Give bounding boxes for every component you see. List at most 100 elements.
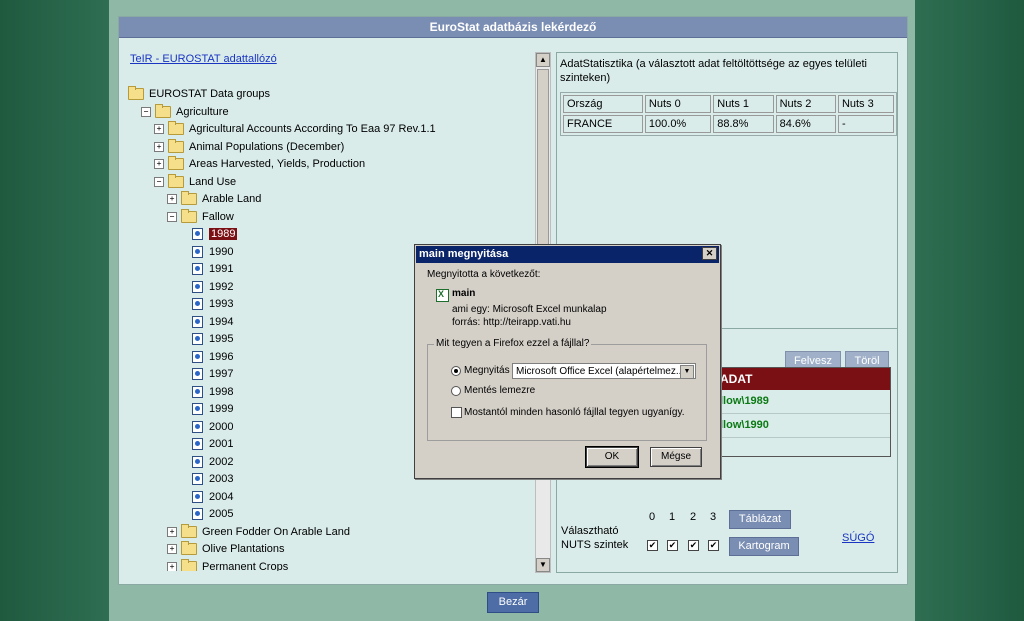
scroll-down-icon[interactable]: ▼	[536, 558, 550, 572]
expand-icon[interactable]: +	[167, 544, 177, 555]
folder-icon	[168, 156, 184, 171]
tree-item-label: 1989	[209, 228, 238, 240]
tree-item-label: Areas Harvested, Yields, Production	[189, 158, 366, 170]
tree-folder-item[interactable]: + Agricultural Accounts According To Eaa …	[154, 121, 436, 137]
cancel-button[interactable]: Mégse	[650, 447, 702, 467]
file-name: main	[452, 288, 476, 299]
stats-table: Ország Nuts 0 Nuts 1 Nuts 2 Nuts 3 FRANC…	[560, 92, 897, 136]
tree-item-label: Land Use	[189, 175, 237, 188]
expand-icon[interactable]: +	[154, 124, 164, 135]
open-radio[interactable]	[451, 366, 461, 376]
tree-leaf-item[interactable]: 1992	[192, 279, 233, 295]
expand-icon[interactable]: +	[154, 159, 164, 170]
tree-leaf-item[interactable]: 1994	[192, 314, 233, 330]
open-label[interactable]: Megnyitás	[464, 365, 510, 377]
tree-leaf-item[interactable]: 1996	[192, 349, 233, 365]
close-icon[interactable]: ✕	[702, 247, 717, 260]
selected-data-list: ADAT llow\1989 llow\1990	[719, 367, 891, 457]
tree-leaf-item[interactable]: 1993	[192, 296, 233, 312]
nuts-0-checkbox[interactable]: ✔	[647, 540, 658, 551]
tree-leaf-item[interactable]: 1999	[192, 401, 233, 417]
ok-button[interactable]: OK	[585, 446, 639, 468]
tree-folder-item[interactable]: − Agriculture	[141, 103, 229, 120]
stats-col-header: Nuts 0	[644, 95, 712, 113]
tree-item-label: 1998	[209, 385, 234, 398]
remember-checkbox[interactable]	[451, 407, 462, 418]
tree-folder-item[interactable]: + Permanent Crops	[167, 558, 289, 572]
nuts-label-line2: NUTS szintek	[561, 539, 629, 551]
save-radio[interactable]	[451, 386, 461, 396]
collapse-icon[interactable]: −	[154, 176, 164, 187]
tree-leaf-item[interactable]: 2000	[192, 419, 233, 435]
tree-folder-item[interactable]: − Land Use	[154, 173, 237, 190]
tree-folder-item[interactable]: + Animal Populations (December)	[154, 138, 344, 155]
tree-item-label: 1993	[209, 298, 234, 310]
expand-icon[interactable]: +	[167, 194, 177, 205]
nuts-level-0: 0	[649, 511, 656, 523]
tree-leaf-item[interactable]: 2003	[192, 471, 233, 487]
collapse-icon[interactable]: −	[141, 106, 151, 117]
map-button[interactable]: Kartogram	[729, 537, 799, 556]
dataset-icon	[192, 403, 203, 416]
tree-leaf-item[interactable]: 1989	[192, 226, 238, 242]
expand-icon[interactable]: +	[154, 141, 164, 152]
open-file-dialog: main megnyitása ✕ Megnyitotta a következ…	[414, 244, 721, 479]
tree-item-label: 2003	[209, 473, 234, 485]
dataset-icon	[192, 333, 203, 346]
expand-icon[interactable]: +	[167, 526, 177, 537]
tree-item-label: 2000	[209, 420, 234, 433]
tree-item-label: 2001	[209, 438, 234, 450]
chevron-down-icon[interactable]: ▼	[680, 365, 694, 378]
tree-folder-item[interactable]: + Arable Land	[167, 191, 261, 207]
nuts-label-line1: Választható	[561, 525, 619, 537]
excel-file-icon	[436, 289, 449, 302]
tree-leaf-item[interactable]: 2001	[192, 436, 233, 452]
tree-folder-item[interactable]: + Areas Harvested, Yields, Production	[154, 156, 365, 172]
save-label[interactable]: Mentés lemezre	[464, 385, 535, 397]
file-type: ami egy: Microsoft Excel munkalap	[452, 304, 607, 315]
tree-leaf-item[interactable]: 2004	[192, 489, 233, 505]
remember-label[interactable]: Mostantól minden hasonló fájllal tegyen …	[464, 407, 685, 419]
stats-cell: 100.0%	[644, 115, 712, 133]
dataset-icon	[192, 455, 203, 468]
folder-icon	[181, 208, 197, 223]
action-question: Mit tegyen a Firefox ezzel a fájllal?	[434, 338, 592, 349]
tree-leaf-item[interactable]: 2002	[192, 454, 233, 470]
tree-item-label: 1997	[209, 368, 234, 380]
tree-folder-item[interactable]: + Olive Plantations	[167, 541, 285, 557]
folder-icon	[168, 173, 184, 188]
folder-icon	[181, 541, 197, 556]
tree-leaf-item[interactable]: 1990	[192, 244, 233, 260]
tree-folder-item[interactable]: EUROSTAT Data groups	[128, 86, 270, 102]
nuts-3-checkbox[interactable]: ✔	[708, 540, 719, 551]
help-link[interactable]: SÚGÓ	[842, 532, 874, 544]
root-link[interactable]: TeIR - EUROSTAT adattallózó	[130, 53, 277, 65]
expand-icon[interactable]: +	[167, 561, 177, 571]
open-with-select[interactable]: Microsoft Office Excel (alapértelmez... …	[512, 363, 696, 379]
tree-leaf-item[interactable]: 1997	[192, 366, 233, 382]
action-group: Mit tegyen a Firefox ezzel a fájllal? Me…	[427, 338, 707, 441]
tree-leaf-item[interactable]: 1991	[192, 261, 233, 277]
scroll-up-icon[interactable]: ▲	[536, 53, 550, 67]
table-button[interactable]: Táblázat	[729, 510, 791, 529]
tree-folder-item[interactable]: − Fallow	[167, 208, 234, 225]
folder-icon	[155, 103, 171, 118]
stats-cell: 88.8%	[713, 115, 774, 133]
tree-leaf-item[interactable]: 2005	[192, 506, 233, 522]
collapse-icon[interactable]: −	[167, 211, 177, 222]
nuts-2-checkbox[interactable]: ✔	[688, 540, 699, 551]
nuts-1-checkbox[interactable]: ✔	[667, 540, 678, 551]
nuts-level-2: 2	[690, 511, 697, 523]
folder-icon	[168, 138, 184, 153]
list-item[interactable]: llow\1989	[720, 390, 890, 414]
tree-leaf-item[interactable]: 1995	[192, 331, 233, 347]
stats-heading: AdatStatisztika (a választott adat feltö…	[560, 58, 867, 84]
tree-leaf-item[interactable]: 1998	[192, 384, 233, 400]
close-button[interactable]: Bezár	[487, 592, 539, 613]
list-item[interactable]: llow\1990	[720, 414, 890, 438]
selected-data-header: ADAT	[720, 368, 890, 390]
tree-folder-item[interactable]: + Green Fodder On Arable Land	[167, 523, 350, 540]
tree-item-label: Permanent Crops	[202, 560, 289, 572]
stats-col-header: Nuts 2	[775, 95, 836, 113]
nuts-level-3: 3	[710, 511, 717, 523]
